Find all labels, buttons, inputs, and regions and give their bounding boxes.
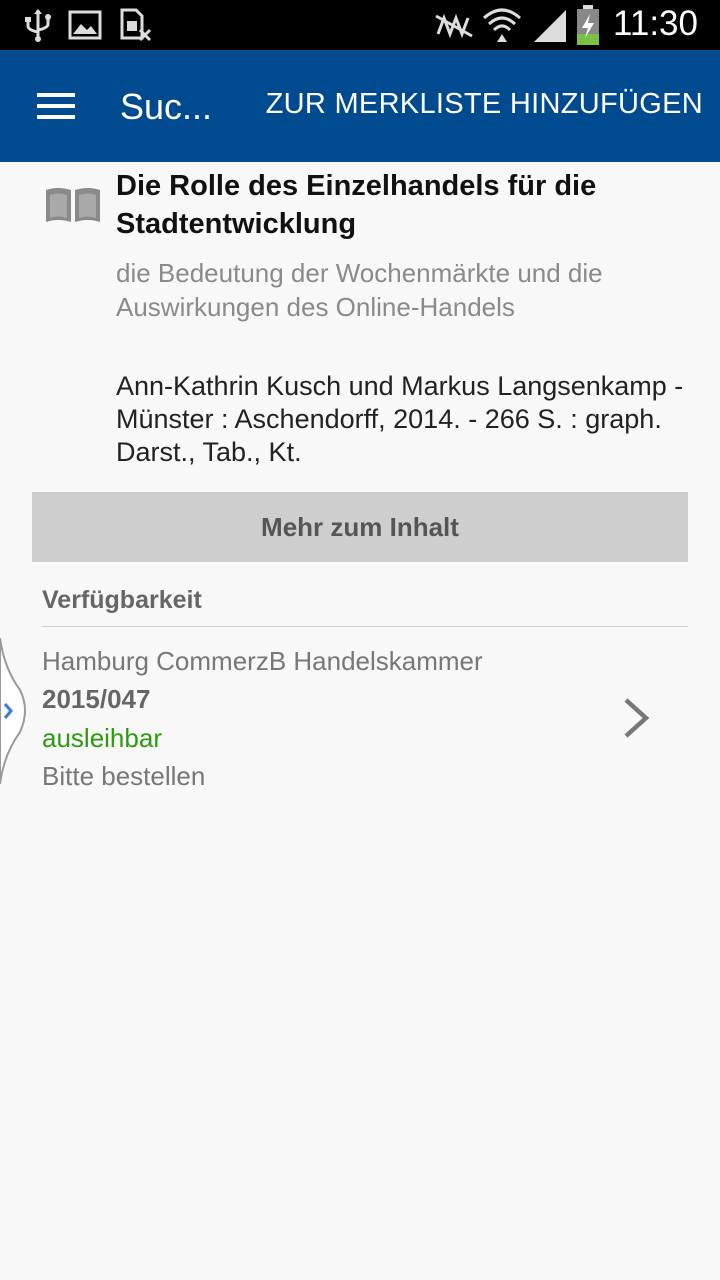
battery-charging-icon [577, 5, 599, 45]
divider [42, 626, 688, 627]
side-drawer-handle[interactable] [0, 638, 30, 784]
status-bar: 11:30 [0, 0, 720, 50]
sim-card-icon [120, 8, 152, 42]
app-title[interactable]: Suc... [120, 86, 212, 128]
holding-item[interactable]: Hamburg CommerzB Handelskammer 2015/047 … [0, 640, 720, 800]
status-time: 11:30 [613, 4, 698, 43]
holding-action: Bitte bestellen [42, 761, 206, 791]
holding-call-number: 2015/047 [42, 684, 151, 714]
availability-heading: Verfügbarkeit [42, 586, 202, 614]
image-icon [68, 10, 102, 40]
wifi-icon [483, 8, 521, 42]
add-to-watchlist-button[interactable]: ZUR MERKLISTE HINZUFÜGEN [266, 88, 703, 121]
more-content-button[interactable]: Mehr zum Inhalt [32, 492, 688, 562]
signal-icon [534, 10, 566, 42]
book-icon [46, 188, 100, 222]
usb-icon [25, 9, 51, 42]
chevron-right-icon [624, 698, 650, 738]
record-description: Ann-Kathrin Kusch und Markus Langsenkamp… [116, 371, 684, 467]
holding-status: ausleihbar [42, 723, 162, 753]
nfc-mute-icon [435, 13, 473, 39]
hamburger-menu-icon[interactable] [26, 82, 86, 130]
app-bar: Suc... ZUR MERKLISTE HINZUFÜGEN [0, 50, 720, 162]
holding-library: Hamburg CommerzB Handelskammer [42, 646, 483, 676]
record-subtitle: die Bedeutung der Wochenmärkte und die A… [116, 258, 603, 322]
record-title: Die Rolle des Einzelhandels für die Stad… [116, 170, 597, 240]
